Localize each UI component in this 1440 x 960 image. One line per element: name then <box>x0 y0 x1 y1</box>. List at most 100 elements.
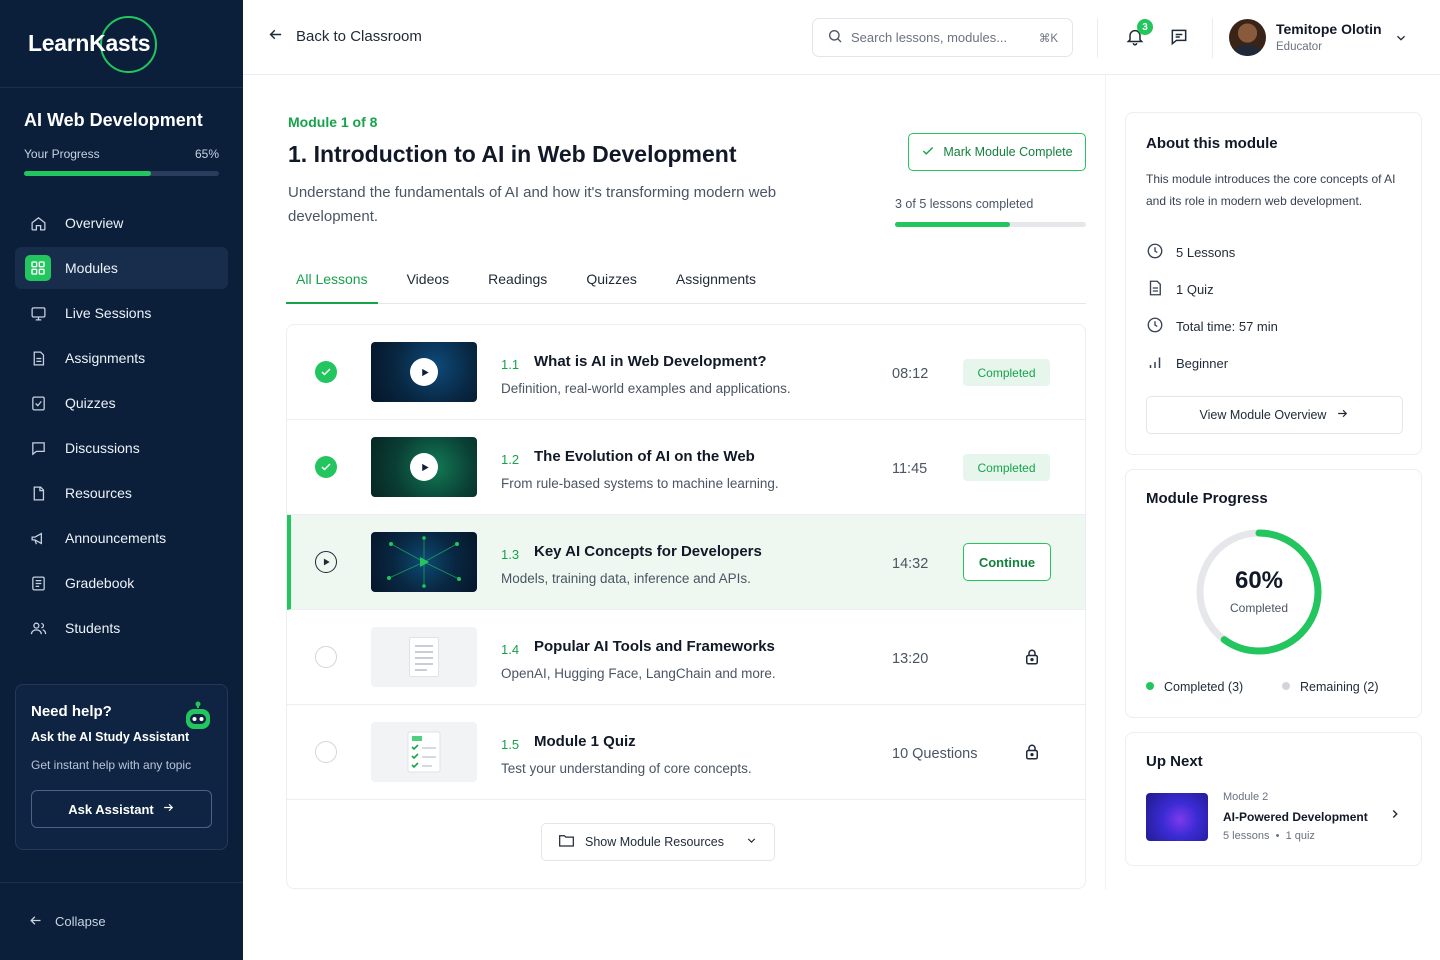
tab-assignments[interactable]: Assignments <box>666 264 766 304</box>
stat-lessons: 5 Lessons <box>1146 234 1401 271</box>
top-header: Back to Classroom Search lessons, module… <box>243 0 1440 75</box>
back-to-classroom-link[interactable]: Back to Classroom <box>267 26 422 47</box>
up-next-meta: 5 lessons • 1 quiz <box>1223 830 1315 842</box>
sidebar-item-overview[interactable]: Overview <box>15 202 228 244</box>
sidebar-item-label: Live Sessions <box>65 305 152 321</box>
lesson-description: OpenAI, Hugging Face, LangChain and more… <box>501 666 776 681</box>
user-name: Temitope Olotin <box>1276 21 1382 37</box>
up-next-card[interactable]: Up Next Module 2 AI-Powered Development … <box>1125 732 1422 866</box>
legend-completed-label: Completed (3) <box>1164 680 1244 694</box>
play-circle-icon <box>315 551 337 573</box>
lesson-title[interactable]: Key AI Concepts for Developers <box>534 543 762 560</box>
legend-remaining: Remaining (2) <box>1282 680 1379 694</box>
list-item[interactable]: 1.1 What is AI in Web Development? Defin… <box>287 325 1085 420</box>
list-item[interactable]: 1.2 The Evolution of AI on the Web From … <box>287 420 1085 515</box>
mark-module-complete-button[interactable]: Mark Module Complete <box>908 133 1086 171</box>
lesson-number: 1.3 <box>501 547 520 562</box>
play-icon <box>410 453 438 481</box>
show-module-resources-button[interactable]: Show Module Resources <box>541 823 775 861</box>
progress-label: Your Progress <box>24 147 100 161</box>
bullet-separator: • <box>1272 830 1286 842</box>
sidebar-item-label: Announcements <box>65 530 167 546</box>
tab-quizzes[interactable]: Quizzes <box>576 264 647 304</box>
lesson-description: Test your understanding of core concepts… <box>501 761 752 776</box>
progress-donut: 60% Completed <box>1194 527 1324 657</box>
sidebar-item-assignments[interactable]: Assignments <box>15 337 228 379</box>
lesson-number: 1.4 <box>501 642 520 657</box>
stat-level: Beginner <box>1146 345 1401 382</box>
list-item[interactable]: 1.5 Module 1 Quiz Test your understandin… <box>287 705 1085 800</box>
chat-bubble-icon <box>25 435 51 461</box>
lesson-thumbnail[interactable] <box>371 437 477 497</box>
lesson-title: Module 1 Quiz <box>534 733 636 750</box>
folder-icon <box>558 833 575 851</box>
avatar[interactable] <box>1229 19 1266 56</box>
gradebook-icon <box>25 570 51 596</box>
sidebar-item-students[interactable]: Students <box>15 607 228 649</box>
sidebar-item-label: Overview <box>65 215 124 231</box>
sidebar-item-live-sessions[interactable]: Live Sessions <box>15 292 228 334</box>
lesson-thumbnail[interactable] <box>371 532 477 592</box>
lesson-title[interactable]: The Evolution of AI on the Web <box>534 448 755 465</box>
megaphone-icon <box>25 525 51 551</box>
lesson-thumbnail[interactable] <box>371 342 477 402</box>
brand-logo[interactable]: LearnKasts <box>0 0 243 88</box>
up-next-name[interactable]: AI-Powered Development <box>1223 810 1368 824</box>
notification-badge: 3 <box>1137 19 1153 35</box>
collapse-button[interactable]: Collapse <box>0 882 243 960</box>
search-icon <box>827 28 843 47</box>
about-description: This module introduces the core concepts… <box>1146 172 1396 208</box>
chevron-right-icon[interactable] <box>1388 807 1402 826</box>
chevron-down-icon <box>745 834 758 850</box>
clock-icon <box>1146 242 1164 263</box>
check-circle-icon <box>315 361 337 383</box>
home-icon <box>25 210 51 236</box>
lesson-duration: 13:20 <box>892 651 929 667</box>
about-title: About this module <box>1146 135 1278 152</box>
robot-icon <box>183 701 213 738</box>
tab-readings[interactable]: Readings <box>478 264 557 304</box>
sidebar-item-discussions[interactable]: Discussions <box>15 427 228 469</box>
lock-icon <box>1023 742 1041 767</box>
up-next-module: Module 2 <box>1223 791 1269 803</box>
sidebar-item-quizzes[interactable]: Quizzes <box>15 382 228 424</box>
lesson-duration: 14:32 <box>892 556 929 572</box>
lock-icon <box>1023 647 1041 672</box>
list-item[interactable]: 1.4 Popular AI Tools and Frameworks Open… <box>287 610 1085 705</box>
list-item-current[interactable]: 1.3 Key AI Concepts for Developers Model… <box>287 515 1085 610</box>
tab-videos[interactable]: Videos <box>397 264 460 304</box>
document-icon <box>1146 279 1164 300</box>
lesson-thumbnail <box>371 722 477 782</box>
view-overview-label: View Module Overview <box>1199 408 1327 422</box>
ask-assistant-button[interactable]: Ask Assistant <box>31 790 212 828</box>
sidebar-item-resources[interactable]: Resources <box>15 472 228 514</box>
message-icon[interactable] <box>1169 27 1189 52</box>
stat-label: 5 Lessons <box>1176 245 1236 260</box>
module-progress-title: Module Progress <box>1146 490 1268 507</box>
progress-center-label: Completed <box>1229 601 1289 615</box>
search-input[interactable]: Search lessons, modules... ⌘K <box>812 18 1073 57</box>
sidebar-item-label: Quizzes <box>65 395 116 411</box>
sidebar-item-modules[interactable]: Modules <box>15 247 228 289</box>
lessons-progress-bar <box>895 222 1086 227</box>
legend-completed: Completed (3) <box>1146 680 1282 694</box>
module-stats: 5 Lessons 1 Quiz Total time: 57 min Begi… <box>1146 234 1401 382</box>
lesson-title[interactable]: What is AI in Web Development? <box>534 353 767 370</box>
play-icon <box>410 358 438 386</box>
check-icon <box>921 144 935 161</box>
about-module-card: About this module This module introduces… <box>1125 112 1422 455</box>
sidebar-item-gradebook[interactable]: Gradebook <box>15 562 228 604</box>
view-module-overview-button[interactable]: View Module Overview <box>1146 396 1403 434</box>
document-icon <box>25 345 51 371</box>
continue-button[interactable]: Continue <box>963 543 1051 581</box>
arrow-left-icon <box>267 26 284 47</box>
panel-divider <box>1105 75 1106 890</box>
tab-all-lessons[interactable]: All Lessons <box>286 264 378 304</box>
header-divider <box>1097 18 1098 58</box>
lesson-title: Popular AI Tools and Frameworks <box>534 638 775 655</box>
chevron-down-icon[interactable] <box>1394 31 1408 50</box>
module-description: Understand the fundamentals of AI and ho… <box>288 184 777 225</box>
sidebar-item-announcements[interactable]: Announcements <box>15 517 228 559</box>
help-card: Need help? Ask the AI Study Assistant Ge… <box>15 684 228 850</box>
course-summary: AI Web Development Your Progress 65% <box>0 88 243 176</box>
